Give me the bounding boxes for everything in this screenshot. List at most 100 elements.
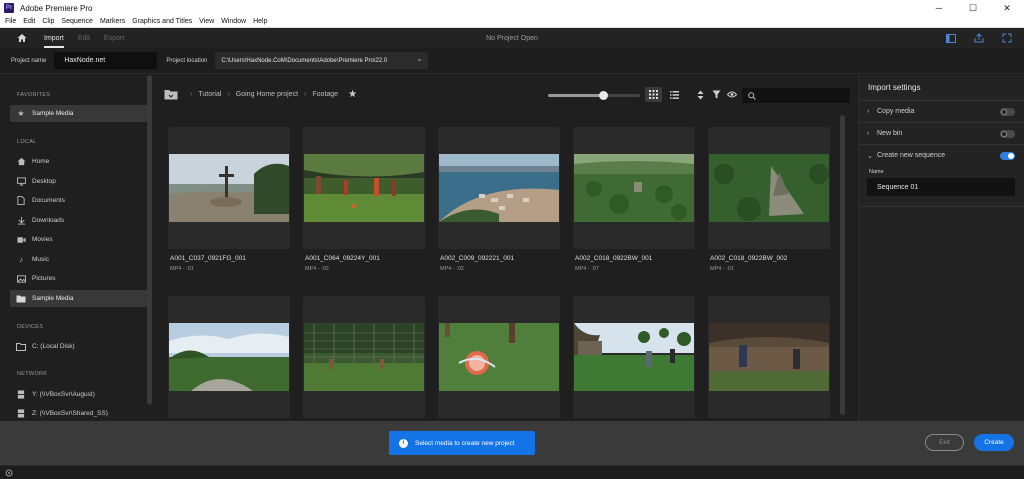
clip-thumbnail [304,323,424,391]
clip-name: A002_C018_0922BW_002 [710,255,788,262]
sidebar-item-sample-media[interactable]: Sample Media [10,290,148,307]
sidebar-scrollbar-thumb[interactable] [147,75,152,405]
menu-clip[interactable]: Clip [42,18,54,25]
premiere-app-icon: Pr [4,3,14,13]
breadcrumb-item-tutorial[interactable]: Tutorial [198,91,221,98]
menu-file[interactable]: File [5,18,16,25]
import-settings-title: Import settings [868,83,921,92]
info-icon: i [399,438,408,448]
sidebar-item-local-disk[interactable]: C: (Local Disk) [10,338,148,355]
tab-edit[interactable]: Edit [78,28,90,48]
sidebar-item-music[interactable]: ♪ Music [10,251,148,268]
browser-scrollbar[interactable] [840,115,845,415]
tab-export[interactable]: Export [104,28,124,48]
create-sequence-toggle[interactable] [1000,152,1015,160]
menu-markers[interactable]: Markers [100,18,125,25]
sequence-name-input[interactable]: Sequence 01 [867,178,1015,196]
sidebar-item-network-august[interactable]: Y: (\\VBoxSvr\August) [10,386,148,403]
clip-name: A001_C037_0921FG_001 [170,255,246,262]
chevron-right-icon: › [867,108,870,115]
exit-button[interactable]: Exit [925,434,964,451]
chevron-right-icon: › [867,130,870,137]
favorite-star-icon[interactable]: ★ [348,89,357,100]
network-heading: NETWORK [17,371,48,377]
workspace-icon[interactable] [944,31,958,45]
sidebar-item-desktop[interactable]: Desktop [10,173,148,190]
chevron-right-icon: › [190,91,193,98]
clip-card[interactable]: A002_C018_0922BW_002 MP4 - :01 [708,127,830,287]
share-icon[interactable] [972,31,986,45]
clip-card[interactable]: A002_C018_0922BW_001 MP4 - :07 [573,127,695,287]
menu-sequence[interactable]: Sequence [61,18,93,25]
clip-card[interactable]: A002_C009_092221_001 MP4 - :02 [438,127,560,287]
close-icon[interactable]: ✕ [990,0,1024,16]
star-icon: ★ [17,109,25,118]
sidebar-item-movies[interactable]: Movies [10,231,148,248]
menu-window[interactable]: Window [221,18,246,25]
menu-help[interactable]: Help [253,18,267,25]
create-sequence-row[interactable]: ⌄ Create new sequence [859,144,1024,166]
folder-icon[interactable] [164,89,178,100]
window-title: Adobe Premiere Pro [20,3,93,13]
visibility-eye-icon[interactable] [725,87,739,102]
sort-icon[interactable] [693,87,707,102]
clip-thumbnail [574,323,694,391]
create-button[interactable]: Create [974,434,1014,451]
window-controls: ─ ☐ ✕ [922,0,1024,16]
sidebar-item-label: C: (Local Disk) [32,343,75,350]
clip-card[interactable]: A001_C064_09224Y_001 MP4 - :02 [303,127,425,287]
clip-name: A002_C018_0922BW_001 [575,255,653,262]
breadcrumb-item-footage[interactable]: Footage [312,91,338,98]
menu-graphics-and-titles[interactable]: Graphics and Titles [132,18,192,25]
sidebar-item-sample-media-favorite[interactable]: ★ Sample Media [10,105,148,122]
browser-scrollbar-thumb[interactable] [840,115,845,415]
new-bin-toggle[interactable] [1000,130,1015,138]
fullscreen-icon[interactable] [1000,31,1014,45]
clip-card[interactable]: A001_C037_0921FG_001 MP4 - :01 [168,127,290,287]
copy-media-label: Copy media [877,108,915,115]
menu-view[interactable]: View [199,18,214,25]
clip-thumbnail [169,323,289,391]
sidebar-item-downloads[interactable]: Downloads [10,212,148,229]
search-input[interactable] [742,88,850,103]
breadcrumb-item-going-home[interactable]: Going Home project [236,91,298,98]
project-name-input[interactable]: HaxNode.net [54,52,158,69]
sidebar-item-documents[interactable]: Documents [10,192,148,209]
home-icon[interactable] [14,30,30,46]
list-view-icon[interactable] [667,87,682,102]
music-icon: ♪ [19,255,23,264]
maximize-icon[interactable]: ☐ [956,0,990,16]
sidebar-item-label: Desktop [32,178,56,185]
project-location-select[interactable]: C:\Users\HaxNode.CoM\Documents\Adobe\Pre… [215,52,429,69]
project-settings-row: Project name HaxNode.net Project locatio… [0,48,1024,74]
menu-edit[interactable]: Edit [23,18,35,25]
thumbnail-size-slider[interactable] [548,91,640,100]
sidebar-item-label: Documents [32,197,65,204]
clip-thumbnail [574,154,694,222]
copy-media-toggle[interactable] [1000,108,1015,116]
slider-fill [548,94,604,97]
slider-knob[interactable] [598,91,608,100]
new-bin-row[interactable]: › New bin [859,122,1024,144]
sidebar-item-home[interactable]: Home [10,153,148,170]
filter-icon[interactable] [709,87,723,102]
create-sequence-label: Create new sequence [877,152,946,159]
grid-view-icon[interactable] [645,87,662,102]
favorites-heading: FAVORITES [17,92,51,98]
sidebar-item-pictures[interactable]: Pictures [10,270,148,287]
location-sidebar: FAVORITES ★ Sample Media LOCAL Home Desk… [0,75,153,421]
home-icon [16,157,26,167]
tab-import[interactable]: Import [44,28,64,48]
sidebar-scrollbar[interactable] [147,75,152,405]
chevron-right-icon: › [227,91,230,98]
chevron-right-icon: › [304,91,307,98]
status-icon[interactable] [5,469,13,477]
minimize-icon[interactable]: ─ [922,0,956,16]
copy-media-row[interactable]: › Copy media [859,100,1024,122]
folder-icon [16,294,26,304]
movie-icon [16,235,26,245]
clip-meta: MP4 - :07 [575,266,599,272]
project-location-label: Project location [166,57,208,64]
sidebar-item-network-shared[interactable]: Z: (\\VBoxSvr\Shared_SS) [10,405,148,422]
clip-thumbnail [304,154,424,222]
